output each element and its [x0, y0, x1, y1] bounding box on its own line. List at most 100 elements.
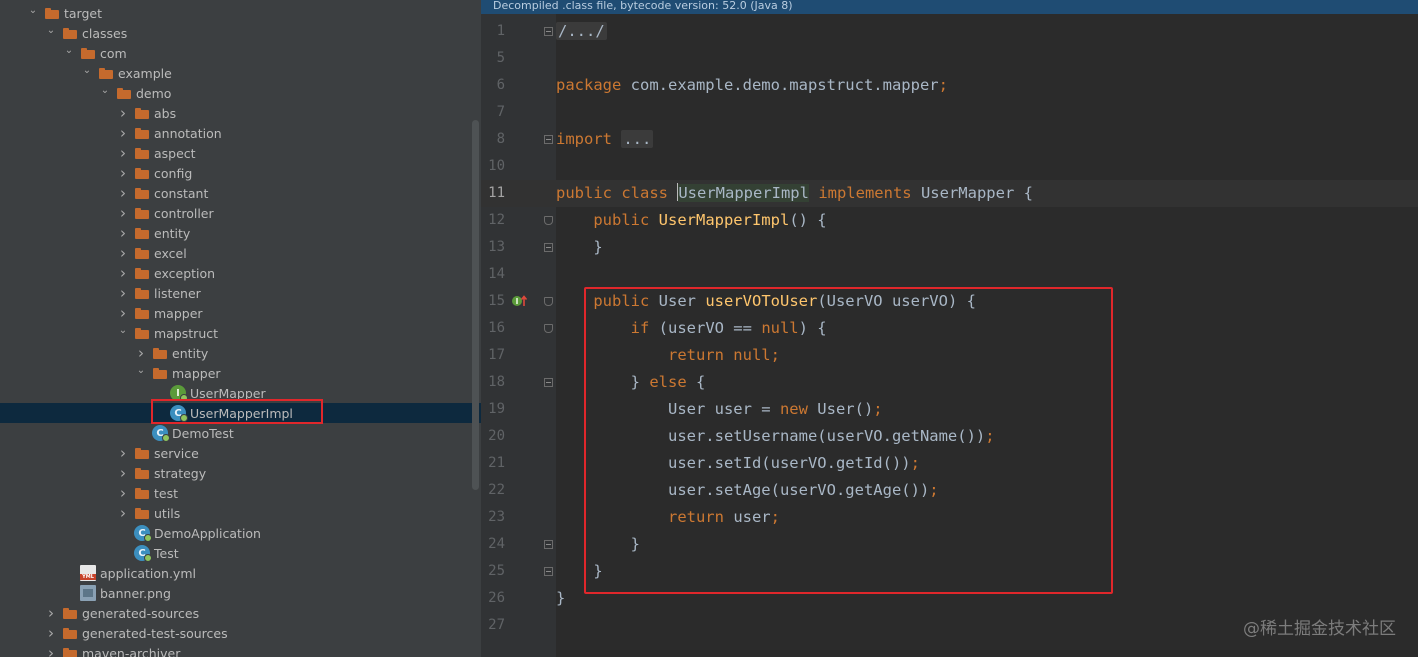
chevron-down-icon[interactable]: ⌄: [80, 60, 94, 80]
tree-item-test[interactable]: › test: [0, 483, 481, 503]
line-number[interactable]: 20: [481, 423, 505, 450]
chevron-down-icon[interactable]: ⌄: [134, 360, 148, 380]
code-line[interactable]: /.../: [556, 18, 607, 45]
tree-item-service[interactable]: › service: [0, 443, 481, 463]
fold-toggle-icon[interactable]: [544, 378, 553, 387]
tree-item-target[interactable]: ⌄ target: [0, 3, 481, 23]
code-token: package: [556, 76, 631, 94]
chevron-right-icon[interactable]: ›: [116, 183, 130, 203]
chevron-down-icon[interactable]: ⌄: [26, 0, 40, 20]
tree-item-abs[interactable]: › abs: [0, 103, 481, 123]
chevron-right-icon[interactable]: ›: [44, 603, 58, 623]
fold-toggle-icon[interactable]: [544, 243, 553, 252]
fold-toggle-icon[interactable]: [544, 27, 553, 36]
tree-item-constant[interactable]: › constant: [0, 183, 481, 203]
chevron-right-icon[interactable]: ›: [44, 623, 58, 643]
tree-item-entity[interactable]: › entity: [0, 343, 481, 363]
chevron-right-icon[interactable]: ›: [116, 443, 130, 463]
fold-toggle-icon[interactable]: [544, 135, 553, 144]
chevron-right-icon[interactable]: ›: [116, 223, 130, 243]
line-number[interactable]: 18: [481, 369, 505, 396]
tree-item-label: generated-sources: [82, 605, 200, 621]
line-number[interactable]: 23: [481, 504, 505, 531]
tree-item-label: abs: [154, 105, 177, 121]
tree-item-example[interactable]: ⌄ example: [0, 63, 481, 83]
line-number[interactable]: 16: [481, 315, 505, 342]
line-number[interactable]: 17: [481, 342, 505, 369]
chevron-right-icon[interactable]: ›: [116, 483, 130, 503]
tree-item-mapper[interactable]: › mapper: [0, 303, 481, 323]
code-line[interactable]: package com.example.demo.mapstruct.mappe…: [556, 72, 948, 99]
tree-item-generated-sources[interactable]: › generated-sources: [0, 603, 481, 623]
chevron-down-icon[interactable]: ⌄: [62, 40, 76, 60]
yml-icon: [80, 565, 96, 581]
chevron-right-icon[interactable]: ›: [116, 203, 130, 223]
chevron-down-icon[interactable]: ⌄: [116, 320, 130, 340]
tree-item-application-yml[interactable]: ›application.yml: [0, 563, 481, 583]
tree-item-entity[interactable]: › entity: [0, 223, 481, 243]
fold-toggle-icon[interactable]: [544, 216, 553, 225]
line-number[interactable]: 11: [481, 180, 505, 207]
tree-item-controller[interactable]: › controller: [0, 203, 481, 223]
tree-item-utils[interactable]: › utils: [0, 503, 481, 523]
line-number[interactable]: 24: [481, 531, 505, 558]
line-number[interactable]: 19: [481, 396, 505, 423]
chevron-right-icon[interactable]: ›: [116, 283, 130, 303]
tree-item-banner-png[interactable]: ›banner.png: [0, 583, 481, 603]
line-number[interactable]: 15: [481, 288, 505, 315]
tree-item-mapper[interactable]: ⌄ mapper: [0, 363, 481, 383]
line-number[interactable]: 21: [481, 450, 505, 477]
chevron-right-icon[interactable]: ›: [116, 163, 130, 183]
chevron-right-icon[interactable]: ›: [116, 243, 130, 263]
tree-item-maven-archiver[interactable]: › maven-archiver: [0, 643, 481, 657]
tree-item-excel[interactable]: › excel: [0, 243, 481, 263]
tree-item-mapstruct[interactable]: ⌄ mapstruct: [0, 323, 481, 343]
line-number[interactable]: 10: [481, 153, 505, 180]
line-number[interactable]: 14: [481, 261, 505, 288]
fold-toggle-icon[interactable]: [544, 567, 553, 576]
line-number[interactable]: 25: [481, 558, 505, 585]
chevron-right-icon[interactable]: ›: [116, 123, 130, 143]
fold-toggle-icon[interactable]: [544, 540, 553, 549]
tree-item-annotation[interactable]: › annotation: [0, 123, 481, 143]
code-line[interactable]: public UserMapperImpl() {: [556, 207, 826, 234]
tree-scrollbar[interactable]: [472, 120, 479, 490]
chevron-right-icon[interactable]: ›: [44, 643, 58, 657]
tree-item-demo[interactable]: ⌄ demo: [0, 83, 481, 103]
line-number[interactable]: 22: [481, 477, 505, 504]
chevron-right-icon[interactable]: ›: [116, 263, 130, 283]
chevron-right-icon[interactable]: ›: [116, 503, 130, 523]
chevron-down-icon[interactable]: ⌄: [98, 80, 112, 100]
line-number[interactable]: 12: [481, 207, 505, 234]
line-number[interactable]: 27: [481, 612, 505, 639]
tree-item-config[interactable]: › config: [0, 163, 481, 183]
tree-item-com[interactable]: ⌄ com: [0, 43, 481, 63]
tree-item-generated-test-sources[interactable]: › generated-test-sources: [0, 623, 481, 643]
line-number[interactable]: 5: [481, 45, 505, 72]
chevron-down-icon[interactable]: ⌄: [44, 20, 58, 40]
code-line[interactable]: }: [556, 585, 565, 612]
line-number[interactable]: 26: [481, 585, 505, 612]
tree-item-aspect[interactable]: › aspect: [0, 143, 481, 163]
tree-item-demoapplication[interactable]: ›CDemoApplication: [0, 523, 481, 543]
code-line[interactable]: public class UserMapperImpl implements U…: [556, 180, 1033, 207]
line-number[interactable]: 6: [481, 72, 505, 99]
line-number[interactable]: 13: [481, 234, 505, 261]
tree-item-exception[interactable]: › exception: [0, 263, 481, 283]
chevron-right-icon[interactable]: ›: [116, 103, 130, 123]
tree-item-test[interactable]: ›CTest: [0, 543, 481, 563]
line-number[interactable]: 8: [481, 126, 505, 153]
fold-toggle-icon[interactable]: [544, 297, 553, 306]
code-line[interactable]: }: [556, 234, 602, 261]
tree-item-strategy[interactable]: › strategy: [0, 463, 481, 483]
code-line[interactable]: import ...: [556, 126, 654, 153]
tree-item-demotest[interactable]: ›CDemoTest: [0, 423, 481, 443]
fold-toggle-icon[interactable]: [544, 324, 553, 333]
chevron-right-icon[interactable]: ›: [116, 143, 130, 163]
line-number[interactable]: 1: [481, 18, 505, 45]
tree-item-label: DemoTest: [172, 425, 234, 441]
chevron-right-icon[interactable]: ›: [116, 463, 130, 483]
implements-method-icon[interactable]: [511, 294, 529, 308]
line-number[interactable]: 7: [481, 99, 505, 126]
tree-item-listener[interactable]: › listener: [0, 283, 481, 303]
